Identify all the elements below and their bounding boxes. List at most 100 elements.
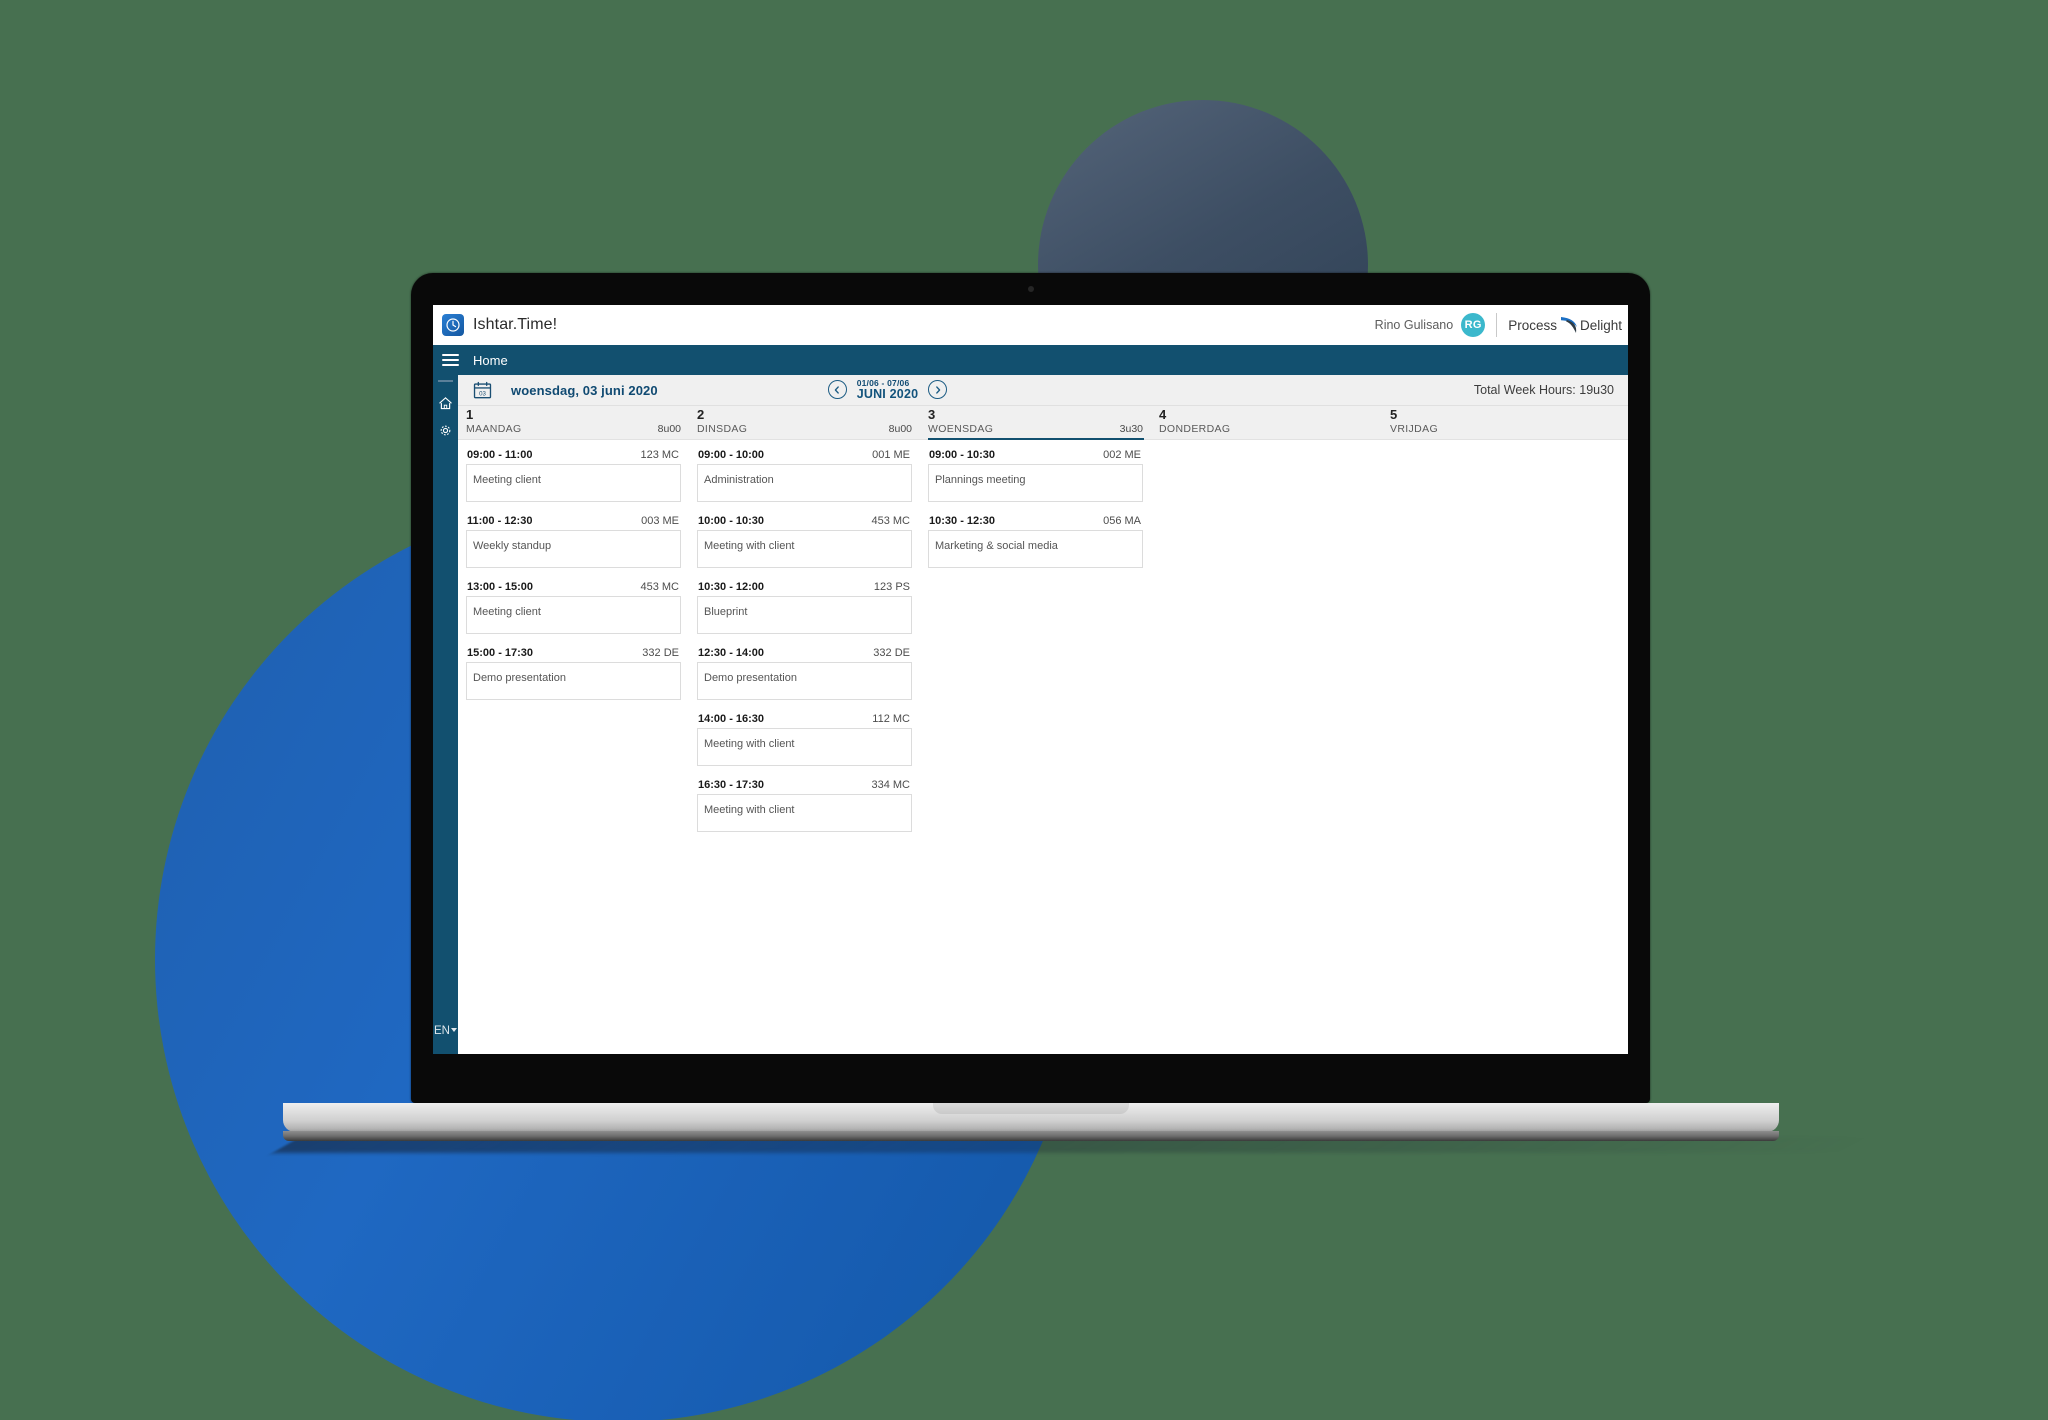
main-content: 03 woensdag, 03 juni 2020 01/06 - 07/06 — [458, 375, 1628, 1054]
sidebar-divider — [438, 380, 453, 382]
appointment-time: 10:30 - 12:30 — [929, 515, 996, 527]
appointment-code: 112 MC — [872, 713, 910, 725]
appointment[interactable]: 12:30 - 14:00 332 DE Demo presentation — [697, 647, 912, 700]
appointment-title: Meeting with client — [704, 540, 795, 552]
day-columns: 09:00 - 11:00 123 MC Meeting client 11:00 -… — [458, 440, 1628, 1054]
appointment-box[interactable]: Marketing & social media — [928, 530, 1143, 568]
app-title: Ishtar.Time! — [473, 316, 558, 333]
appointment-box[interactable]: Meeting client — [466, 596, 681, 634]
appointment-code: 001 ME — [872, 449, 910, 461]
day-column — [1151, 440, 1382, 1054]
appointment[interactable]: 10:00 - 10:30 453 MC Meeting with client — [697, 515, 912, 568]
appointment-box[interactable]: Meeting with client — [697, 728, 912, 766]
day-header[interactable]: 2 DINSDAG 8u00 — [689, 406, 920, 439]
appointment[interactable]: 10:30 - 12:00 123 PS Blueprint — [697, 581, 912, 634]
day-column: 09:00 - 10:30 002 ME Plannings meeting 10:3… — [920, 440, 1151, 1054]
appointment-box[interactable]: Blueprint — [697, 596, 912, 634]
appointment[interactable]: 16:30 - 17:30 334 MC Meeting with client — [697, 779, 912, 832]
day-name: WOENSDAG — [928, 423, 994, 435]
appointment-title: Plannings meeting — [935, 474, 1026, 486]
current-date-label: woensdag, 03 juni 2020 — [511, 382, 658, 398]
day-number: 3 — [928, 407, 936, 422]
hamburger-icon[interactable] — [442, 354, 459, 366]
total-week-hours: Total Week Hours: 19u30 — [1473, 383, 1614, 397]
clock-icon — [442, 314, 464, 336]
topbar-right-group: Rino Gulisano RG Process Delight — [1375, 313, 1628, 337]
appointment[interactable]: 15:00 - 17:30 332 DE Demo presentation — [466, 647, 681, 700]
appointment-box[interactable]: Weekly standup — [466, 530, 681, 568]
appointment-code: 332 DE — [642, 647, 679, 659]
day-hours: 3u30 — [1119, 423, 1143, 435]
day-name: VRIJDAG — [1390, 423, 1438, 435]
appointment[interactable]: 09:00 - 11:00 123 MC Meeting client — [466, 449, 681, 502]
page-root: Ishtar.Time! Rino Gulisano RG Process De… — [0, 0, 2048, 1420]
appointment-title: Demo presentation — [704, 672, 797, 684]
prev-week-button[interactable] — [827, 380, 847, 400]
appointment-box[interactable]: Demo presentation — [466, 662, 681, 700]
calendar-icon[interactable]: 03 — [473, 381, 492, 400]
language-label: EN — [434, 1025, 450, 1037]
laptop-camera-icon — [1027, 286, 1034, 292]
appointment-box[interactable]: Meeting client — [466, 464, 681, 502]
appointment-title: Weekly standup — [473, 540, 552, 552]
day-header-row: 1 MAANDAG 8u00 2 DINSDAG 8u00 3 WOENSDAG 3u30 4 DO… — [458, 406, 1628, 440]
laptop-foot — [283, 1131, 1779, 1141]
day-hours: 8u00 — [888, 423, 912, 435]
avatar[interactable]: RG — [1461, 313, 1486, 337]
next-week-button[interactable] — [928, 380, 948, 400]
day-name: MAANDAG — [466, 423, 522, 435]
appointment-box[interactable]: Administration — [697, 464, 912, 502]
day-number: 5 — [1390, 407, 1398, 422]
appointment-box[interactable]: Meeting with client — [697, 530, 912, 568]
day-header[interactable]: 5 VRIJDAG — [1382, 406, 1628, 439]
day-header[interactable]: 1 MAANDAG 8u00 — [458, 406, 689, 439]
gear-icon — [440, 425, 451, 436]
svg-text:03: 03 — [479, 390, 486, 397]
appointment-time: 09:00 - 10:00 — [698, 449, 765, 461]
brand-logo: Process Delight — [1508, 314, 1622, 336]
appointment[interactable]: 10:30 - 12:30 056 MA Marketing & social me… — [928, 515, 1143, 568]
day-column: 09:00 - 11:00 123 MC Meeting client 11:00 -… — [458, 440, 689, 1054]
appointment-box[interactable]: Demo presentation — [697, 662, 912, 700]
appointment[interactable]: 13:00 - 15:00 453 MC Meeting client — [466, 581, 681, 634]
day-column — [1382, 440, 1628, 1054]
sidebar-item-settings[interactable] — [433, 417, 458, 444]
appointment-title: Blueprint — [704, 606, 748, 618]
appointment-time: 12:30 - 14:00 — [698, 647, 765, 659]
app-screen: Ishtar.Time! Rino Gulisano RG Process De… — [433, 305, 1628, 1054]
day-number: 4 — [1159, 407, 1167, 422]
app-navbar: Home — [433, 345, 1628, 375]
appointment[interactable]: 09:00 - 10:00 001 ME Administration — [697, 449, 912, 502]
language-selector[interactable]: EN — [433, 1025, 458, 1037]
user-name: Rino Gulisano — [1374, 318, 1454, 332]
day-name: DINSDAG — [697, 423, 748, 435]
brand-name-first: Process — [1508, 317, 1557, 333]
appointment[interactable]: 09:00 - 10:30 002 ME Plannings meeting — [928, 449, 1143, 502]
appointment-title: Meeting with client — [704, 804, 795, 816]
appointment-code: 123 PS — [873, 581, 910, 593]
appointment[interactable]: 14:00 - 16:30 112 MC Meeting with client — [697, 713, 912, 766]
swoosh-icon — [1560, 317, 1577, 333]
appointment-code: 334 MC — [871, 779, 910, 791]
day-number: 1 — [466, 407, 474, 422]
sidebar-item-home[interactable] — [433, 390, 458, 417]
appointment-time: 16:30 - 17:30 — [698, 779, 765, 791]
appointment-code: 453 MC — [640, 581, 679, 593]
appointment-code: 332 DE — [873, 647, 910, 659]
appointment-box[interactable]: Plannings meeting — [928, 464, 1143, 502]
day-header[interactable]: 4 DONDERDAG — [1151, 406, 1382, 439]
day-number: 2 — [697, 407, 705, 422]
chevron-right-icon — [935, 386, 941, 394]
appointment-title: Meeting client — [473, 474, 541, 486]
day-name: DONDERDAG — [1159, 423, 1231, 435]
appointment-code: 123 MC — [640, 449, 679, 461]
appointment-title: Marketing & social media — [935, 540, 1058, 552]
breadcrumb[interactable]: Home — [473, 353, 508, 368]
sidebar: EN — [433, 375, 458, 1054]
home-icon — [439, 397, 452, 410]
appointment-time: 13:00 - 15:00 — [467, 581, 534, 593]
day-header[interactable]: 3 WOENSDAG 3u30 — [920, 406, 1151, 440]
appointment-box[interactable]: Meeting with client — [697, 794, 912, 832]
appointment-time: 11:00 - 12:30 — [467, 515, 533, 527]
appointment[interactable]: 11:00 - 12:30 003 ME Weekly standup — [466, 515, 681, 568]
